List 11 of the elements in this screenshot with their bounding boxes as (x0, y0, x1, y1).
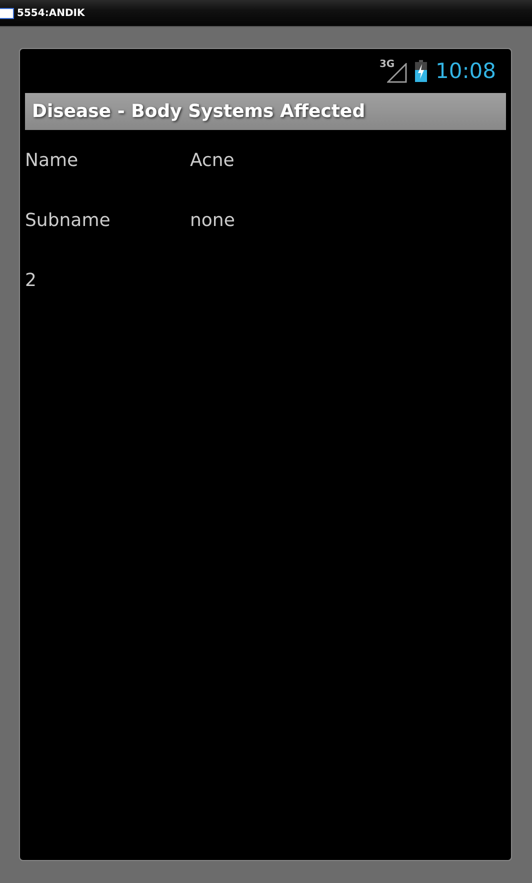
field-value: none (190, 210, 235, 230)
action-bar-title: Disease - Body Systems Affected (32, 101, 366, 122)
field-value: Acne (190, 150, 234, 170)
window-icon (0, 8, 14, 18)
field-label: Name (25, 150, 80, 170)
battery-charging-icon (415, 60, 428, 82)
clock: 10:08 (435, 59, 496, 83)
field-label: Subname (25, 210, 112, 230)
window-title: 5554:ANDIK (17, 8, 85, 18)
count-text: 2 (25, 270, 36, 290)
network-type: 3G (379, 59, 395, 70)
